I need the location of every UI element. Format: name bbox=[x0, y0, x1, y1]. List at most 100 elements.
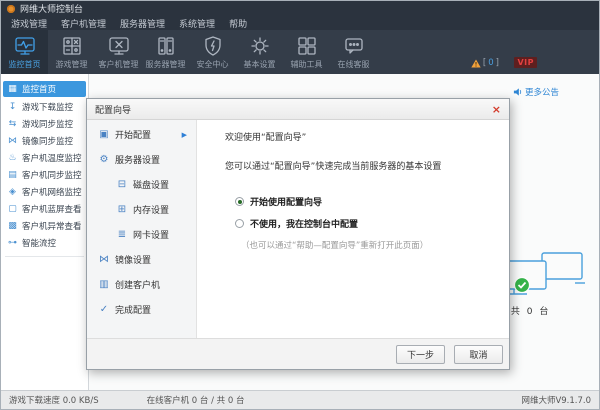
sidebar-nav: ▦ 监控首页 ↧ 游戏下载监控 ⇆游戏同步监控⋈镜像同步监控 ♨ 客户机温度监控 ▤ 客户机同步… bbox=[1, 74, 89, 390]
toolbar-item-security-center[interactable]: 安全中心 bbox=[189, 30, 236, 74]
sidebar-item-label: 监控首页 bbox=[22, 83, 56, 95]
more-announcements-link[interactable]: 更多公告 bbox=[513, 86, 559, 98]
app-version: 网维大师V9.1.7.0 bbox=[521, 394, 591, 406]
sidebar-item-label: 客户机同步监控 bbox=[22, 169, 82, 181]
toolbar-item-client-mgmt[interactable]: 客户机管理 bbox=[95, 30, 142, 74]
wizard-steps-panel: ▣开始配置▶⚙服务器设置▶⊟磁盘设置▶⊞内存设置▶≣网卡设置▶⋈镜像设置▶▥创建… bbox=[87, 120, 197, 338]
gear-icon bbox=[249, 33, 271, 58]
sidebar-item[interactable]: ▢ 客户机蓝屏查看 bbox=[1, 200, 88, 217]
vip-badge: VIP bbox=[514, 57, 537, 68]
wizard-step[interactable]: ⊟磁盘设置▶ bbox=[87, 172, 196, 197]
alert-count: 0 bbox=[488, 58, 493, 68]
wizard-step[interactable]: ⊞内存设置▶ bbox=[87, 197, 196, 222]
description-text: 您可以通过“配置向导”快速完成当前服务器的基本设置 bbox=[225, 159, 509, 172]
sidebar-item[interactable]: ▩客户机异常查看 bbox=[1, 217, 88, 234]
alert-counter[interactable]: [0] bbox=[471, 58, 499, 68]
menu-item-1[interactable]: 客户机管理 bbox=[61, 17, 106, 30]
sidebar-divider bbox=[5, 256, 84, 257]
server-rack-icon bbox=[155, 33, 177, 58]
menu-item-2[interactable]: 服务器管理 bbox=[120, 17, 165, 30]
wizard-step-label: 镜像设置 bbox=[115, 253, 151, 266]
sidebar-item-label: 客户机网络监控 bbox=[22, 186, 82, 198]
disk-icon: ⊟ bbox=[116, 179, 128, 190]
wizard-step-label: 开始配置 bbox=[115, 128, 151, 141]
wizard-step[interactable]: ▣开始配置▶ bbox=[87, 122, 196, 147]
sidebar-item[interactable]: ▤ 客户机同步监控 bbox=[1, 166, 88, 183]
sidebar-item[interactable]: ♨ 客户机温度监控 bbox=[1, 149, 88, 166]
wizard-step[interactable]: ⋈镜像设置▶ bbox=[87, 247, 196, 272]
menu-item-3[interactable]: 系统管理 bbox=[179, 17, 215, 30]
flow-icon: ⊶ bbox=[7, 238, 18, 248]
app-window: 网维大师控制台 游戏管理客户机管理服务器管理系统管理帮助 监控首页 游戏管理 客… bbox=[0, 0, 600, 410]
sidebar-item-label: 客户机温度监控 bbox=[22, 152, 82, 164]
radio-icon[interactable] bbox=[235, 197, 244, 206]
wizard-step[interactable]: ✓完成配置▶ bbox=[87, 297, 196, 322]
wizard-step-label: 完成配置 bbox=[115, 303, 151, 316]
radio-start-wizard[interactable]: 开始使用配置向导 bbox=[235, 195, 509, 208]
toolbar-item-server-mgmt[interactable]: 服务器管理 bbox=[142, 30, 189, 74]
monitor-pulse-icon bbox=[14, 33, 36, 58]
chat-icon bbox=[343, 33, 365, 58]
squares-icon bbox=[296, 33, 318, 58]
wizard-content: 欢迎使用“配置向导” 您可以通过“配置向导”快速完成当前服务器的基本设置 开始使… bbox=[197, 120, 509, 338]
toolbar-item-game-mgmt[interactable]: 游戏管理 bbox=[48, 30, 95, 74]
next-button[interactable]: 下一步 bbox=[396, 345, 445, 364]
dialog-title-bar: 配置向导 × bbox=[87, 99, 509, 120]
sidebar-item[interactable]: ⊶ 智能流控 bbox=[1, 234, 88, 251]
mirror-sync-icon: ⋈ bbox=[98, 254, 110, 265]
sidebar-item[interactable]: ◈ 客户机网络监控 bbox=[1, 183, 88, 200]
menu-item-0[interactable]: 游戏管理 bbox=[11, 17, 47, 30]
title-bar: 网维大师控制台 bbox=[1, 1, 599, 16]
sidebar-item[interactable]: ⇆游戏同步监控 bbox=[1, 115, 88, 132]
radio-skip-wizard[interactable]: 不使用，我在控制台中配置 bbox=[235, 217, 509, 230]
wizard-step[interactable]: ≣网卡设置▶ bbox=[87, 222, 196, 247]
dialog-footer: 下一步 取消 bbox=[87, 338, 509, 369]
sidebar-item[interactable]: ⋈镜像同步监控 bbox=[1, 132, 88, 149]
client-count-caption: / 共 0 台 bbox=[501, 304, 593, 317]
download-speed-status: 游戏下载速度 0.0 KB/S bbox=[9, 394, 99, 406]
bluescreen-icon: ▢ bbox=[7, 204, 18, 214]
client-status-graphic: / 共 0 台 bbox=[501, 252, 593, 317]
gear-icon: ⚙ bbox=[98, 154, 110, 165]
close-icon[interactable]: × bbox=[492, 104, 501, 115]
shield-bolt-icon bbox=[202, 33, 224, 58]
toolbar-item-online-service[interactable]: 在线客服 bbox=[330, 30, 377, 74]
speaker-icon bbox=[513, 87, 522, 97]
game-grid-icon bbox=[61, 33, 83, 58]
sidebar-item[interactable]: ▦ 监控首页 bbox=[3, 81, 86, 97]
wizard-step[interactable]: ⚙服务器设置▶ bbox=[87, 147, 196, 172]
app-logo-icon bbox=[7, 5, 15, 13]
sidebar-item-label: 游戏下载监控 bbox=[22, 101, 73, 113]
radio-icon[interactable] bbox=[235, 219, 244, 228]
sidebar-item-label: 游戏同步监控 bbox=[22, 118, 73, 130]
toolbar-item-monitor-home[interactable]: 监控首页 bbox=[1, 30, 48, 74]
status-bar: 游戏下载速度 0.0 KB/S 在线客户机 0 台 / 共 0 台 网维大师V9… bbox=[1, 390, 599, 409]
toolbar-item-aux-tools[interactable]: 辅助工具 bbox=[283, 30, 330, 74]
network-icon: ◈ bbox=[7, 187, 18, 197]
dialog-body: ▣开始配置▶⚙服务器设置▶⊟磁盘设置▶⊞内存设置▶≣网卡设置▶⋈镜像设置▶▥创建… bbox=[87, 120, 509, 338]
temperature-icon: ♨ bbox=[7, 153, 18, 163]
menu-item-4[interactable]: 帮助 bbox=[229, 17, 247, 30]
wizard-step-label: 磁盘设置 bbox=[133, 178, 169, 191]
reopen-hint: （也可以通过“帮助—配置向导”重新打开此页面） bbox=[241, 239, 509, 251]
sidebar-item[interactable]: ↧ 游戏下载监控 bbox=[1, 98, 88, 115]
dialog-title: 配置向导 bbox=[95, 103, 131, 116]
config-wizard-dialog: 配置向导 × ▣开始配置▶⚙服务器设置▶⊟磁盘设置▶⊞内存设置▶≣网卡设置▶⋈镜… bbox=[86, 98, 510, 370]
start-icon: ▣ bbox=[98, 129, 110, 140]
download-icon: ↧ bbox=[7, 102, 18, 112]
menu-bar: 游戏管理 客户机管理 服务器管理 系统管理 帮助 bbox=[1, 16, 599, 30]
client-tools-icon bbox=[108, 33, 130, 58]
wizard-step-label: 网卡设置 bbox=[133, 228, 169, 241]
toolbar-item-basic-settings[interactable]: 基本设置 bbox=[236, 30, 283, 74]
error-icon: ▩ bbox=[7, 221, 18, 231]
sidebar-item-label: 客户机蓝屏查看 bbox=[22, 203, 82, 215]
dashboard-icon: ▦ bbox=[7, 84, 18, 94]
client-sync-icon: ▤ bbox=[7, 170, 18, 180]
window-title: 网维大师控制台 bbox=[20, 2, 83, 15]
done-icon: ✓ bbox=[98, 304, 110, 315]
sidebar-item-label: 智能流控 bbox=[22, 237, 56, 249]
sidebar-item-label: 镜像同步监控 bbox=[22, 135, 73, 147]
cancel-button[interactable]: 取消 bbox=[454, 345, 503, 364]
wizard-step[interactable]: ▥创建客户机▶ bbox=[87, 272, 196, 297]
memory-icon: ⊞ bbox=[116, 204, 128, 215]
